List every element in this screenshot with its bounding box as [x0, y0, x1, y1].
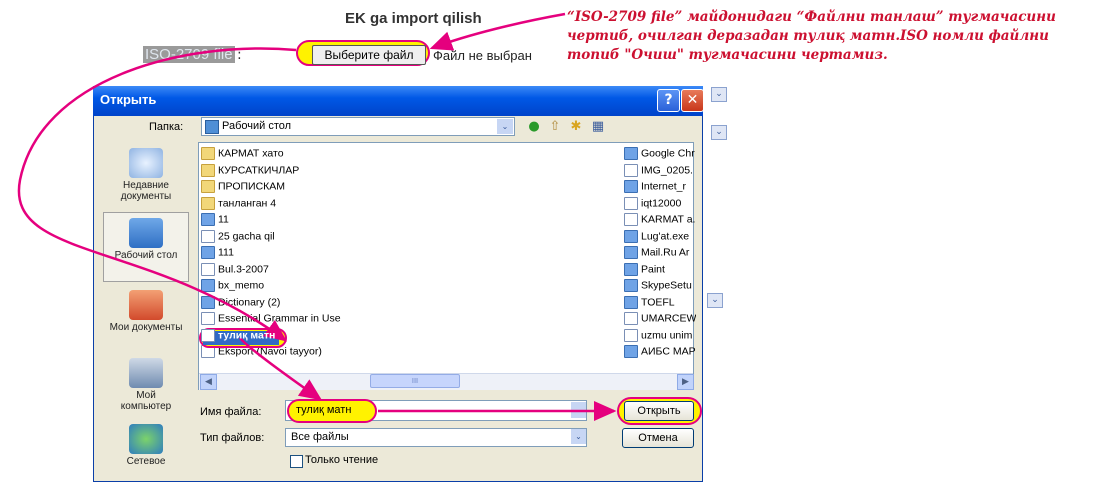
file-name: тулиқ матн [218, 328, 276, 341]
file-list-item[interactable]: тулиқ матн [201, 328, 441, 345]
arrow-to-selected-file [17, 47, 297, 342]
document-icon [201, 328, 215, 342]
arrow-to-filename [239, 337, 323, 401]
annotation-arrows [17, 12, 617, 421]
arrow-to-choose-file [429, 12, 566, 51]
